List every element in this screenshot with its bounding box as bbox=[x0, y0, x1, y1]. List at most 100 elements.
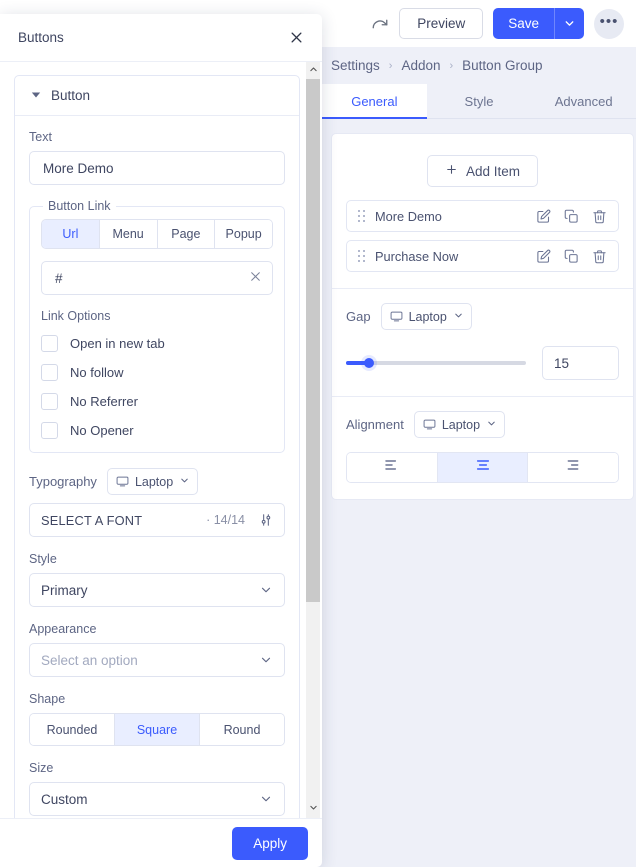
gap-device-select[interactable]: Laptop bbox=[380, 303, 472, 330]
breadcrumb-separator: › bbox=[449, 59, 454, 72]
tab-advanced[interactable]: Advanced bbox=[531, 84, 636, 118]
scrollbar-thumb[interactable] bbox=[306, 79, 320, 602]
shape-option-rounded[interactable]: Rounded bbox=[30, 714, 115, 745]
gap-slider-thumb[interactable] bbox=[364, 358, 375, 368]
edit-icon[interactable] bbox=[536, 209, 551, 224]
gap-slider[interactable] bbox=[346, 356, 526, 370]
delete-icon[interactable] bbox=[592, 209, 607, 224]
text-input[interactable] bbox=[29, 151, 285, 185]
tab-general[interactable]: General bbox=[322, 84, 427, 119]
button-link-legend: Button Link bbox=[48, 199, 111, 213]
close-icon[interactable] bbox=[289, 30, 304, 45]
link-type-menu[interactable]: Menu bbox=[99, 220, 158, 248]
align-center-button[interactable] bbox=[437, 453, 529, 482]
redo-icon[interactable] bbox=[371, 15, 389, 33]
list-item-label: Purchase Now bbox=[375, 248, 459, 264]
chevron-down-icon bbox=[259, 792, 273, 806]
checkbox-box[interactable] bbox=[41, 393, 58, 410]
checkbox-no-follow[interactable]: No follow bbox=[41, 364, 273, 381]
settings-panel-card: Add Item More Demo Purchase Now Gap Lapt… bbox=[331, 133, 634, 500]
checkbox-label: No Opener bbox=[70, 423, 134, 438]
chevron-down-icon bbox=[259, 583, 273, 597]
save-button-group: Save bbox=[493, 8, 584, 39]
style-label: Style bbox=[29, 552, 57, 566]
save-button[interactable]: Save bbox=[493, 8, 554, 39]
gap-label: Gap bbox=[346, 309, 371, 324]
align-center-icon bbox=[475, 458, 491, 477]
button-link-group: Button Link Url Menu Page Popup # Link O… bbox=[29, 199, 285, 453]
appearance-placeholder: Select an option bbox=[41, 652, 138, 668]
style-select[interactable]: Primary bbox=[29, 573, 285, 607]
scroll-up-arrow-icon[interactable] bbox=[309, 62, 318, 80]
size-select[interactable]: Custom bbox=[29, 782, 285, 816]
modal-scrollbar[interactable] bbox=[306, 62, 320, 818]
checkbox-box[interactable] bbox=[41, 422, 58, 439]
link-type-popup[interactable]: Popup bbox=[215, 220, 272, 248]
drag-handle-icon[interactable] bbox=[358, 250, 366, 263]
drag-handle-icon[interactable] bbox=[358, 210, 366, 223]
shape-segmented-control: Rounded Square Round bbox=[29, 713, 285, 746]
style-value: Primary bbox=[41, 582, 88, 598]
gap-value-input[interactable] bbox=[542, 346, 619, 380]
edit-icon[interactable] bbox=[536, 249, 551, 264]
chevron-down-icon bbox=[486, 418, 497, 432]
alignment-device-select[interactable]: Laptop bbox=[413, 411, 506, 438]
typography-label: Typography bbox=[29, 474, 97, 489]
duplicate-icon[interactable] bbox=[564, 209, 579, 224]
more-options-button[interactable]: ••• bbox=[594, 8, 624, 39]
plus-icon bbox=[445, 163, 458, 179]
table-row[interactable]: More Demo bbox=[346, 200, 619, 232]
button-accordion: Button Text Button Link Url Menu Page Po… bbox=[14, 75, 300, 818]
breadcrumb-separator: › bbox=[388, 59, 393, 72]
duplicate-icon[interactable] bbox=[564, 249, 579, 264]
sliders-icon[interactable] bbox=[259, 513, 273, 527]
checkbox-box[interactable] bbox=[41, 335, 58, 352]
checkbox-no-referrer[interactable]: No Referrer bbox=[41, 393, 273, 410]
alignment-device-value: Laptop bbox=[441, 417, 481, 432]
checkbox-no-opener[interactable]: No Opener bbox=[41, 422, 273, 439]
modal-footer: Apply bbox=[0, 818, 322, 867]
button-accordion-title: Button bbox=[51, 88, 91, 103]
preview-button[interactable]: Preview bbox=[399, 8, 484, 39]
checkbox-label: Open in new tab bbox=[70, 336, 165, 351]
checkbox-label: No follow bbox=[70, 365, 124, 380]
shape-option-round[interactable]: Round bbox=[200, 714, 284, 745]
button-accordion-body: Text Button Link Url Menu Page Popup bbox=[15, 116, 299, 818]
link-type-segmented-control: Url Menu Page Popup bbox=[41, 219, 273, 249]
page-title: Buttons bbox=[18, 30, 64, 45]
breadcrumb-item-addon[interactable]: Addon bbox=[401, 58, 440, 73]
breadcrumb-item-settings[interactable]: Settings bbox=[331, 58, 380, 73]
save-dropdown-chevron-down-icon[interactable] bbox=[554, 8, 584, 39]
caret-down-icon bbox=[31, 90, 41, 102]
scroll-down-arrow-icon[interactable] bbox=[309, 800, 318, 818]
add-item-button[interactable]: Add Item bbox=[426, 155, 539, 187]
monitor-icon bbox=[116, 475, 129, 488]
table-row[interactable]: Purchase Now bbox=[346, 240, 619, 272]
checkbox-box[interactable] bbox=[41, 364, 58, 381]
link-type-page[interactable]: Page bbox=[157, 220, 216, 248]
link-type-url[interactable]: Url bbox=[42, 220, 100, 248]
breadcrumb-item-button-group[interactable]: Button Group bbox=[462, 58, 542, 73]
typography-device-select[interactable]: Laptop bbox=[106, 468, 199, 495]
chevron-down-icon bbox=[179, 475, 190, 489]
url-input[interactable] bbox=[41, 261, 273, 295]
alignment-button-group bbox=[346, 452, 619, 483]
tab-bar: General Style Advanced bbox=[322, 84, 636, 119]
size-value: Custom bbox=[41, 791, 88, 807]
alignment-section: Alignment Laptop bbox=[332, 396, 633, 499]
delete-icon[interactable] bbox=[592, 249, 607, 264]
gap-section: Gap Laptop bbox=[332, 288, 633, 396]
font-selector[interactable]: SELECT A FONT · 14/14 bbox=[29, 503, 285, 537]
align-right-button[interactable] bbox=[528, 453, 618, 482]
chevron-down-icon bbox=[259, 653, 273, 667]
clear-url-icon[interactable] bbox=[249, 270, 262, 286]
apply-button[interactable]: Apply bbox=[232, 826, 308, 860]
checkbox-open-in-new-tab[interactable]: Open in new tab bbox=[41, 335, 273, 352]
items-section: Add Item More Demo Purchase Now bbox=[332, 134, 633, 288]
shape-option-square[interactable]: Square bbox=[115, 714, 200, 745]
button-accordion-header[interactable]: Button bbox=[15, 76, 299, 116]
tab-style[interactable]: Style bbox=[427, 84, 532, 118]
align-left-button[interactable] bbox=[347, 453, 438, 482]
appearance-select[interactable]: Select an option bbox=[29, 643, 285, 677]
add-item-label: Add Item bbox=[465, 163, 521, 179]
